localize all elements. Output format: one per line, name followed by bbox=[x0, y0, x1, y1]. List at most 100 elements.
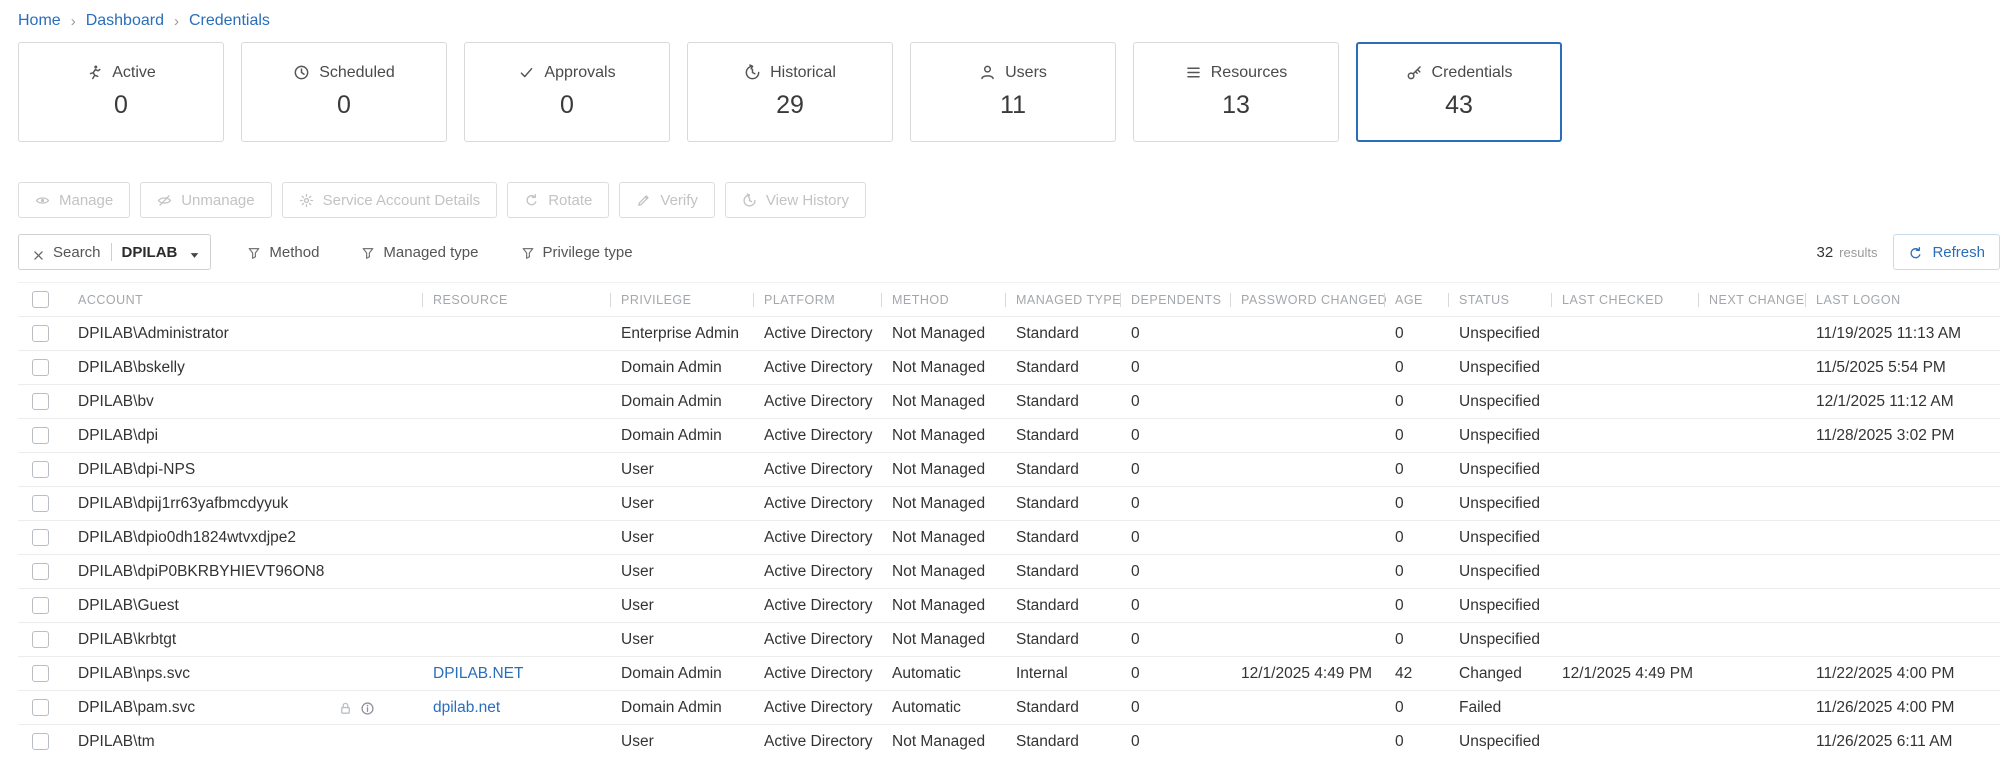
card-active[interactable]: Active 0 bbox=[18, 42, 224, 142]
cell-status: Unspecified bbox=[1459, 452, 1562, 487]
row-checkbox[interactable] bbox=[32, 664, 49, 682]
cell-resource bbox=[433, 554, 621, 589]
column-header-platform[interactable]: PLATFORM bbox=[764, 282, 892, 317]
table-row[interactable]: DPILAB\dpij1rr63yafbmcdyyuk User Active Di… bbox=[18, 486, 2000, 521]
row-checkbox[interactable] bbox=[32, 630, 49, 648]
cell-platform: Active Directory bbox=[764, 724, 892, 759]
filter-button-privilege-type[interactable]: Privilege type bbox=[515, 243, 639, 262]
card-historical[interactable]: Historical 29 bbox=[687, 42, 893, 142]
cell-platform: Active Directory bbox=[764, 486, 892, 521]
toolbar-button-service-account-details[interactable]: Service Account Details bbox=[281, 182, 498, 218]
cell-platform: Active Directory bbox=[764, 622, 892, 657]
row-checkbox-cell bbox=[18, 622, 78, 657]
cell-account: DPILAB\pam.svc bbox=[78, 690, 433, 725]
cell-resource bbox=[433, 452, 621, 487]
cell-password-changed: 12/1/2025 4:49 PM bbox=[1241, 656, 1395, 691]
toolbar-button-rotate[interactable]: Rotate bbox=[507, 182, 610, 218]
filter-button-method[interactable]: Method bbox=[241, 243, 325, 262]
table-row[interactable]: DPILAB\bskelly Domain Admin Active Directo… bbox=[18, 350, 2000, 385]
row-checkbox[interactable] bbox=[32, 562, 49, 580]
card-scheduled[interactable]: Scheduled 0 bbox=[241, 42, 447, 142]
card-credentials[interactable]: Credentials 43 bbox=[1356, 42, 1562, 142]
column-header-resource[interactable]: RESOURCE bbox=[433, 282, 621, 317]
table-row[interactable]: DPILAB\dpiP0BKRBYHIEVT96ON8 User Active Di… bbox=[18, 554, 2000, 589]
card-resources[interactable]: Resources 13 bbox=[1133, 42, 1339, 142]
column-header-privilege[interactable]: PRIVILEGE bbox=[621, 282, 764, 317]
row-checkbox[interactable] bbox=[32, 324, 49, 342]
cell-resource bbox=[433, 588, 621, 623]
cell-method: Not Managed bbox=[892, 588, 1016, 623]
table-row[interactable]: DPILAB\Administrator Enterprise Admin Acti… bbox=[18, 316, 2000, 351]
cell-managed-type: Internal bbox=[1016, 656, 1131, 691]
table-row[interactable]: DPILAB\krbtgt User Active Directory Not Man… bbox=[18, 622, 2000, 657]
cell-next-change bbox=[1709, 554, 1816, 589]
toolbar-button-unmanage[interactable]: Unmanage bbox=[140, 182, 272, 218]
cell-platform: Active Directory bbox=[764, 588, 892, 623]
funnel-icon bbox=[247, 244, 261, 261]
resource-link[interactable]: DPILAB.NET bbox=[433, 665, 523, 682]
cell-status: Unspecified bbox=[1459, 316, 1562, 351]
column-header-status[interactable]: STATUS bbox=[1459, 282, 1562, 317]
toolbar-button-label: Manage bbox=[59, 191, 114, 209]
cell-privilege: Domain Admin bbox=[621, 384, 764, 419]
table-row[interactable]: DPILAB\tm User Active Directory Not Managed… bbox=[18, 724, 2000, 759]
cell-age: 0 bbox=[1395, 690, 1459, 725]
column-header-dependents[interactable]: DEPENDENTS bbox=[1131, 282, 1241, 317]
card-users[interactable]: Users 11 bbox=[910, 42, 1116, 142]
filter-button-managed-type[interactable]: Managed type bbox=[355, 243, 484, 262]
close-icon[interactable] bbox=[31, 246, 43, 260]
cell-last-checked bbox=[1562, 384, 1709, 419]
cell-last-logon bbox=[1816, 452, 2000, 487]
info-icon[interactable] bbox=[360, 700, 375, 716]
cell-status: Unspecified bbox=[1459, 418, 1562, 453]
table-row[interactable]: DPILAB\pam.svc dpilab.net Domain Admin Acti… bbox=[18, 690, 2000, 725]
credentials-table: ACCOUNT RESOURCE PRIVILEGE PLATFORM METHOD MA… bbox=[18, 282, 2000, 759]
table-row[interactable]: DPILAB\Guest User Active Directory Not Mana… bbox=[18, 588, 2000, 623]
card-approvals[interactable]: Approvals 0 bbox=[464, 42, 670, 142]
breadcrumb-home[interactable]: Home bbox=[18, 12, 61, 30]
cell-privilege: User bbox=[621, 486, 764, 521]
column-header-age[interactable]: AGE bbox=[1395, 282, 1459, 317]
column-header-last-checked[interactable]: LAST CHECKED bbox=[1562, 282, 1709, 317]
toolbar-button-view-history[interactable]: View History bbox=[724, 182, 866, 218]
funnel-icon bbox=[521, 244, 535, 261]
column-header-method[interactable]: METHOD bbox=[892, 282, 1016, 317]
row-checkbox[interactable] bbox=[32, 358, 49, 376]
table-row[interactable]: DPILAB\bv Domain Admin Active Directory Not… bbox=[18, 384, 2000, 419]
cell-last-logon: 11/26/2025 6:11 AM bbox=[1816, 724, 2000, 759]
row-checkbox[interactable] bbox=[32, 460, 49, 478]
cell-password-changed bbox=[1241, 724, 1395, 759]
row-checkbox-cell bbox=[18, 554, 78, 589]
toolbar-button-label: Unmanage bbox=[181, 191, 255, 209]
column-header-last-logon[interactable]: LAST LOGON bbox=[1816, 282, 2000, 317]
column-header-account[interactable]: ACCOUNT bbox=[78, 282, 433, 317]
row-checkbox[interactable] bbox=[32, 392, 49, 410]
column-header-managed-type[interactable]: MANAGED TYPE bbox=[1016, 282, 1131, 317]
account-name: DPILAB\dpio0dh1824wtvxdjpe2 bbox=[78, 528, 297, 546]
results-count: 32 results bbox=[1816, 244, 1877, 261]
toolbar-button-manage[interactable]: Manage bbox=[18, 182, 131, 218]
cell-account: DPILAB\tm bbox=[78, 724, 433, 759]
row-checkbox[interactable] bbox=[32, 494, 49, 512]
refresh-button[interactable]: Refresh bbox=[1893, 234, 2000, 270]
cell-next-change bbox=[1709, 418, 1816, 453]
search-filter-chip[interactable]: Search DPILAB bbox=[18, 234, 212, 270]
action-toolbar: Manage Unmanage Service Account Details Rot… bbox=[18, 182, 2000, 218]
table-row[interactable]: DPILAB\dpio0dh1824wtvxdjpe2 User Active Di… bbox=[18, 520, 2000, 555]
select-all-checkbox[interactable] bbox=[32, 291, 49, 308]
table-row[interactable]: DPILAB\nps.svc DPILAB.NET Domain Admin Acti… bbox=[18, 656, 2000, 691]
column-header-password-changed[interactable]: PASSWORD CHANGED bbox=[1241, 282, 1395, 317]
key-icon bbox=[1406, 64, 1423, 82]
resource-link[interactable]: dpilab.net bbox=[433, 699, 500, 716]
column-header-next-change[interactable]: NEXT CHANGE bbox=[1709, 282, 1816, 317]
toolbar-button-verify[interactable]: Verify bbox=[619, 182, 715, 218]
table-row[interactable]: DPILAB\dpi-NPS User Active Directory Not Ma… bbox=[18, 452, 2000, 487]
row-checkbox[interactable] bbox=[32, 698, 49, 716]
breadcrumb-dashboard[interactable]: Dashboard bbox=[86, 12, 164, 30]
breadcrumb-credentials[interactable]: Credentials bbox=[189, 12, 270, 30]
row-checkbox[interactable] bbox=[32, 426, 49, 444]
row-checkbox[interactable] bbox=[32, 528, 49, 546]
lock-icon[interactable] bbox=[338, 700, 353, 715]
table-row[interactable]: DPILAB\dpi Domain Admin Active Directory No… bbox=[18, 418, 2000, 453]
row-checkbox[interactable] bbox=[32, 596, 49, 614]
